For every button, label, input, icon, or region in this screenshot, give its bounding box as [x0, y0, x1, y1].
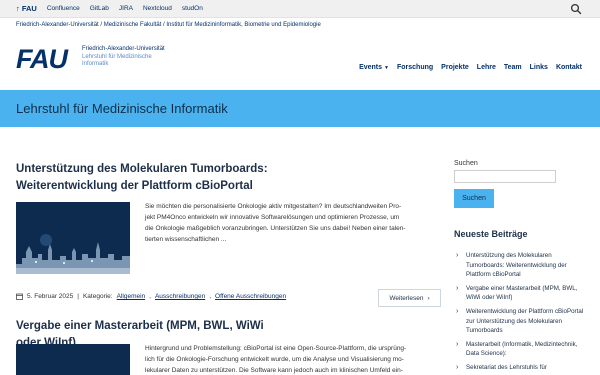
recent-post-link[interactable]: › Sekretariat des Lehrstuhls für — [454, 363, 588, 373]
excerpt-line: lich für die Onkologie-Forschung entwick… — [145, 356, 404, 363]
recent-post-label: Masterarbeit (Informatik, Medizintechnik… — [466, 340, 578, 358]
main-nav: Events ▼ Forschung Projekte Lehre Team Li… — [359, 64, 582, 71]
utility-bar: ↑ FAU Confluence GitLab JIRA Nextcloud s… — [0, 0, 600, 18]
nav-item-forschung[interactable]: Forschung — [397, 64, 433, 71]
read-more-button[interactable]: Weiterlesen › — [378, 289, 441, 307]
category-label: Kategorie: — [82, 293, 113, 300]
page-banner: Lehrstuhl für Medizinische Informatik — [0, 90, 600, 127]
category-link-offene-ausschreibungen[interactable]: Offene Ausschreibungen — [215, 293, 286, 300]
nav-item-team[interactable]: Team — [504, 64, 522, 71]
post-title-line: Weiterentwicklung der Plattform cBioPort… — [16, 180, 253, 192]
fau-logo-mark: FAU — [16, 44, 68, 74]
excerpt-line: die Onkologie maßgeblich voranzubringen.… — [145, 225, 406, 232]
chevron-right-icon: › — [456, 307, 459, 315]
search-button[interactable]: Suchen — [454, 189, 494, 208]
recent-post-label: Weiterentwicklung der Plattform cBioPort… — [466, 307, 584, 335]
utility-link-jira[interactable]: JIRA — [119, 5, 133, 12]
excerpt-line: Hintergrund und Problemstellung: cBioPor… — [145, 345, 407, 352]
post-title[interactable]: Unterstützung des Molekularen Tumorboard… — [16, 161, 286, 195]
post-date: 5. Februar 2025 — [27, 293, 74, 300]
recent-post-label: Vergabe einer Masterarbeit (MPM, BWL, Wi… — [466, 284, 578, 302]
logo-university: Friedrich-Alexander-Universität — [82, 46, 165, 52]
excerpt-line: Sie möchten die personalisierte Onkologi… — [145, 203, 402, 210]
breadcrumb[interactable]: Friedrich-Alexander-Universität / Medizi… — [16, 22, 321, 28]
category-link-allgemein[interactable]: Allgemein — [117, 293, 146, 300]
utility-link-nextcloud[interactable]: Nextcloud — [143, 5, 172, 12]
comma: , — [149, 293, 151, 300]
recent-post-label: Sekretariat des Lehrstuhls für — [466, 363, 547, 371]
separator: | — [77, 293, 79, 300]
nav-item-kontakt[interactable]: Kontakt — [556, 64, 582, 71]
post-meta: 5. Februar 2025 | Kategorie: Allgemein, … — [16, 293, 286, 300]
utility-link-studon[interactable]: studOn — [182, 5, 203, 12]
comma: , — [209, 293, 212, 300]
nav-item-events-label: Events — [359, 64, 383, 71]
calendar-icon — [16, 293, 23, 300]
post-excerpt: Sie möchten die personalisierte Onkologi… — [145, 201, 441, 245]
sidebar: Suchen Suchen Neueste Beiträge › Unterstü… — [454, 160, 588, 371]
recent-post-link[interactable]: › Weiterentwicklung der Plattform cBioPor… — [454, 307, 588, 336]
site-logo[interactable]: FAU Friedrich-Alexander-Universität Lehr… — [16, 44, 165, 74]
utility-link-gitlab[interactable]: GitLab — [90, 5, 109, 12]
recent-posts-list: › Unterstützung des Molekularen Tumorboar… — [454, 251, 588, 375]
nav-item-lehre[interactable]: Lehre — [477, 64, 496, 71]
post-thumbnail[interactable] — [16, 344, 130, 375]
excerpt-line: tierten wissenschaftlichen ... — [145, 236, 227, 243]
recent-post-link[interactable]: › Vergabe einer Masterarbeit (MPM, BWL, W… — [454, 284, 588, 303]
city-skyline-image — [16, 202, 130, 274]
search-input[interactable] — [454, 170, 556, 183]
chevron-right-icon: › — [456, 340, 459, 348]
search-label: Suchen — [454, 160, 478, 167]
nav-item-events[interactable]: Events ▼ — [359, 64, 389, 71]
nav-item-links[interactable]: Links — [530, 64, 548, 71]
chevron-right-icon: › — [456, 284, 459, 292]
chevron-down-icon: ▼ — [384, 65, 389, 71]
page-title: Lehrstuhl für Medizinische Informatik — [16, 101, 228, 116]
search-icon[interactable] — [570, 3, 582, 15]
post-image — [16, 344, 130, 375]
recent-posts-heading: Neueste Beiträge — [454, 229, 528, 239]
recent-post-link[interactable]: › Unterstützung des Molekularen Tumorboar… — [454, 251, 588, 280]
post-excerpt: Hintergrund und Problemstellung: cBioPor… — [145, 343, 441, 375]
read-more-label: Weiterlesen — [389, 294, 424, 302]
recent-post-link[interactable]: › Masterarbeit (Informatik, Medizintechni… — [454, 340, 588, 359]
post-thumbnail[interactable] — [16, 202, 130, 274]
logo-text: Friedrich-Alexander-Universität Lehrstuh… — [82, 46, 222, 69]
chevron-right-icon: › — [427, 294, 430, 302]
recent-post-label: Unterstützung des Molekularen Tumorboard… — [466, 252, 567, 279]
logo-chair-line1: Lehrstuhl für Medizinische — [82, 53, 152, 60]
excerpt-line: jekt PM4Onco entwickeln wir innovative S… — [145, 214, 400, 221]
chevron-right-icon: › — [456, 252, 459, 259]
logo-chair-line2: Informatik — [82, 61, 109, 67]
post-title-line: Unterstützung des Molekularen Tumorboard… — [16, 163, 268, 175]
utility-link-confluence[interactable]: Confluence — [47, 5, 80, 12]
chevron-right-icon: › — [456, 363, 459, 371]
category-link-ausschreibungen[interactable]: Ausschreibungen — [155, 293, 205, 300]
utility-link-fau[interactable]: ↑ FAU — [16, 4, 37, 13]
utility-links: ↑ FAU Confluence GitLab JIRA Nextcloud s… — [16, 4, 203, 13]
nav-item-projekte[interactable]: Projekte — [441, 64, 469, 71]
excerpt-line: lekularer Daten zu unterstützen. Die Sof… — [145, 367, 403, 374]
